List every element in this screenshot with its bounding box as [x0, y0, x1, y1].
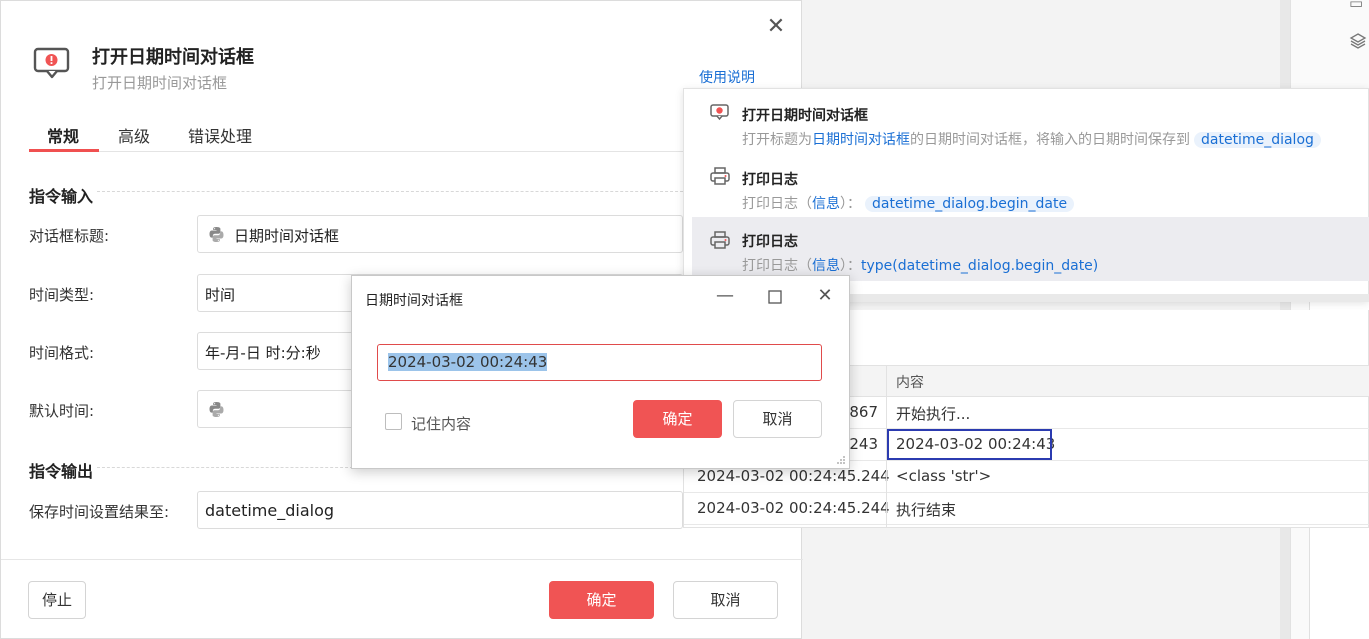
datetime-value: 2024-03-02 00:24:43	[388, 353, 548, 371]
table-row[interactable]: 2024-03-02 00:24:45.244 执行结束	[684, 493, 1369, 525]
footer-divider	[1, 559, 803, 560]
cell-focus-outline	[887, 429, 1052, 460]
flow-step-desc: 打开标题为日期时间对话框的日期时间对话框，将输入的日期时间保存到 datetime…	[742, 129, 1321, 149]
dialog-title-label: 对话框标题:	[29, 227, 110, 245]
remember-checkbox[interactable]	[385, 413, 402, 430]
datetime-input[interactable]: 2024-03-02 00:24:43	[377, 344, 822, 381]
expression-text: type(datetime_dialog.begin_date)	[861, 258, 1099, 274]
time-format-value: 年-月-日 时:分:秒	[205, 344, 321, 362]
flow-step-desc: 打印日志（信息）：type(datetime_dialog.begin_date…	[742, 258, 1099, 274]
help-link[interactable]: 使用说明	[699, 67, 755, 87]
cancel-button[interactable]: 取消	[673, 581, 778, 619]
flow-step[interactable]: 打印日志 打印日志（信息）： datetime_dialog.begin_date	[692, 157, 1369, 221]
minimize-icon[interactable]: —	[714, 286, 736, 308]
log-content: 开始执行...	[896, 405, 971, 423]
layers-icon[interactable]	[1349, 32, 1367, 54]
tab-error-handling[interactable]: 错误处理	[188, 123, 252, 147]
dialog-subtitle: 打开日期时间对话框	[92, 74, 228, 92]
remember-label: 记住内容	[411, 415, 472, 433]
section-input-title: 指令输入	[29, 187, 94, 206]
time-type-value: 时间	[205, 286, 236, 304]
popup-cancel-button[interactable]: 取消	[733, 400, 822, 438]
save-to-value: datetime_dialog	[205, 501, 335, 520]
ok-button[interactable]: 确定	[549, 581, 654, 619]
datetime-popup: 日期时间对话框 — ✕ 2024-03-02 00:24:43 记住内容 确定 …	[351, 275, 850, 469]
flow-step-name: 打印日志	[742, 172, 798, 188]
log-header-content: 内容	[896, 375, 924, 391]
variable-tag: datetime_dialog.begin_date	[865, 196, 1075, 212]
dialog-title-value: 日期时间对话框	[234, 227, 340, 245]
dialog-title-input[interactable]: 日期时间对话框	[197, 215, 683, 253]
section-divider	[97, 191, 683, 192]
flow-step-desc: 打印日志（信息）： datetime_dialog.begin_date	[742, 193, 1075, 213]
close-icon[interactable]: ✕	[763, 15, 789, 41]
flow-step[interactable]: 打开日期时间对话框 打开标题为日期时间对话框的日期时间对话框，将输入的日期时间保…	[692, 93, 1369, 157]
popup-ok-button[interactable]: 确定	[633, 400, 722, 438]
save-to-input[interactable]: datetime_dialog	[197, 491, 683, 529]
dialog-alert-icon	[710, 104, 729, 121]
popup-title: 日期时间对话框	[365, 293, 463, 309]
default-time-label: 默认时间:	[29, 402, 95, 420]
tab-advanced[interactable]: 高级	[118, 123, 150, 147]
printer-icon	[710, 167, 730, 185]
document-icon[interactable]: ▭	[1349, 0, 1363, 12]
flow-step-selected[interactable]: 打印日志 打印日志（信息）：type(datetime_dialog.begin…	[692, 217, 1369, 281]
log-time: 2024-03-02 00:24:45.244	[697, 499, 890, 517]
dialog-title: 打开日期时间对话框	[92, 47, 254, 68]
flow-step-name: 打印日志	[742, 234, 798, 250]
log-time: 867	[849, 403, 878, 421]
python-icon	[209, 227, 224, 242]
log-time: 2024-03-02 00:24:45.244	[697, 467, 890, 485]
column-divider	[886, 365, 887, 528]
stop-button[interactable]: 停止	[28, 581, 86, 619]
dialog-alert-icon	[33, 45, 71, 79]
section-output-title: 指令输出	[29, 462, 94, 481]
active-tab-indicator	[29, 149, 99, 152]
variable-tag: datetime_dialog	[1194, 132, 1321, 148]
section-divider	[97, 467, 353, 468]
close-icon[interactable]: ✕	[814, 286, 836, 308]
maximize-icon[interactable]	[764, 286, 786, 308]
save-to-label: 保存时间设置结果至:	[29, 503, 170, 521]
tab-bar: 常规 高级 错误处理	[29, 119, 789, 152]
tab-general[interactable]: 常规	[47, 123, 79, 147]
log-content: <class 'str'>	[896, 467, 992, 485]
time-type-label: 时间类型:	[29, 286, 95, 304]
log-time: 243	[849, 435, 878, 453]
log-content: 执行结束	[896, 501, 957, 519]
time-format-label: 时间格式:	[29, 344, 95, 362]
resize-grip-icon[interactable]	[836, 455, 846, 465]
flow-step-list: 打开日期时间对话框 打开标题为日期时间对话框的日期时间对话框，将输入的日期时间保…	[683, 88, 1369, 302]
printer-icon	[710, 231, 730, 249]
flow-step-name: 打开日期时间对话框	[742, 108, 868, 124]
python-icon	[209, 402, 224, 417]
